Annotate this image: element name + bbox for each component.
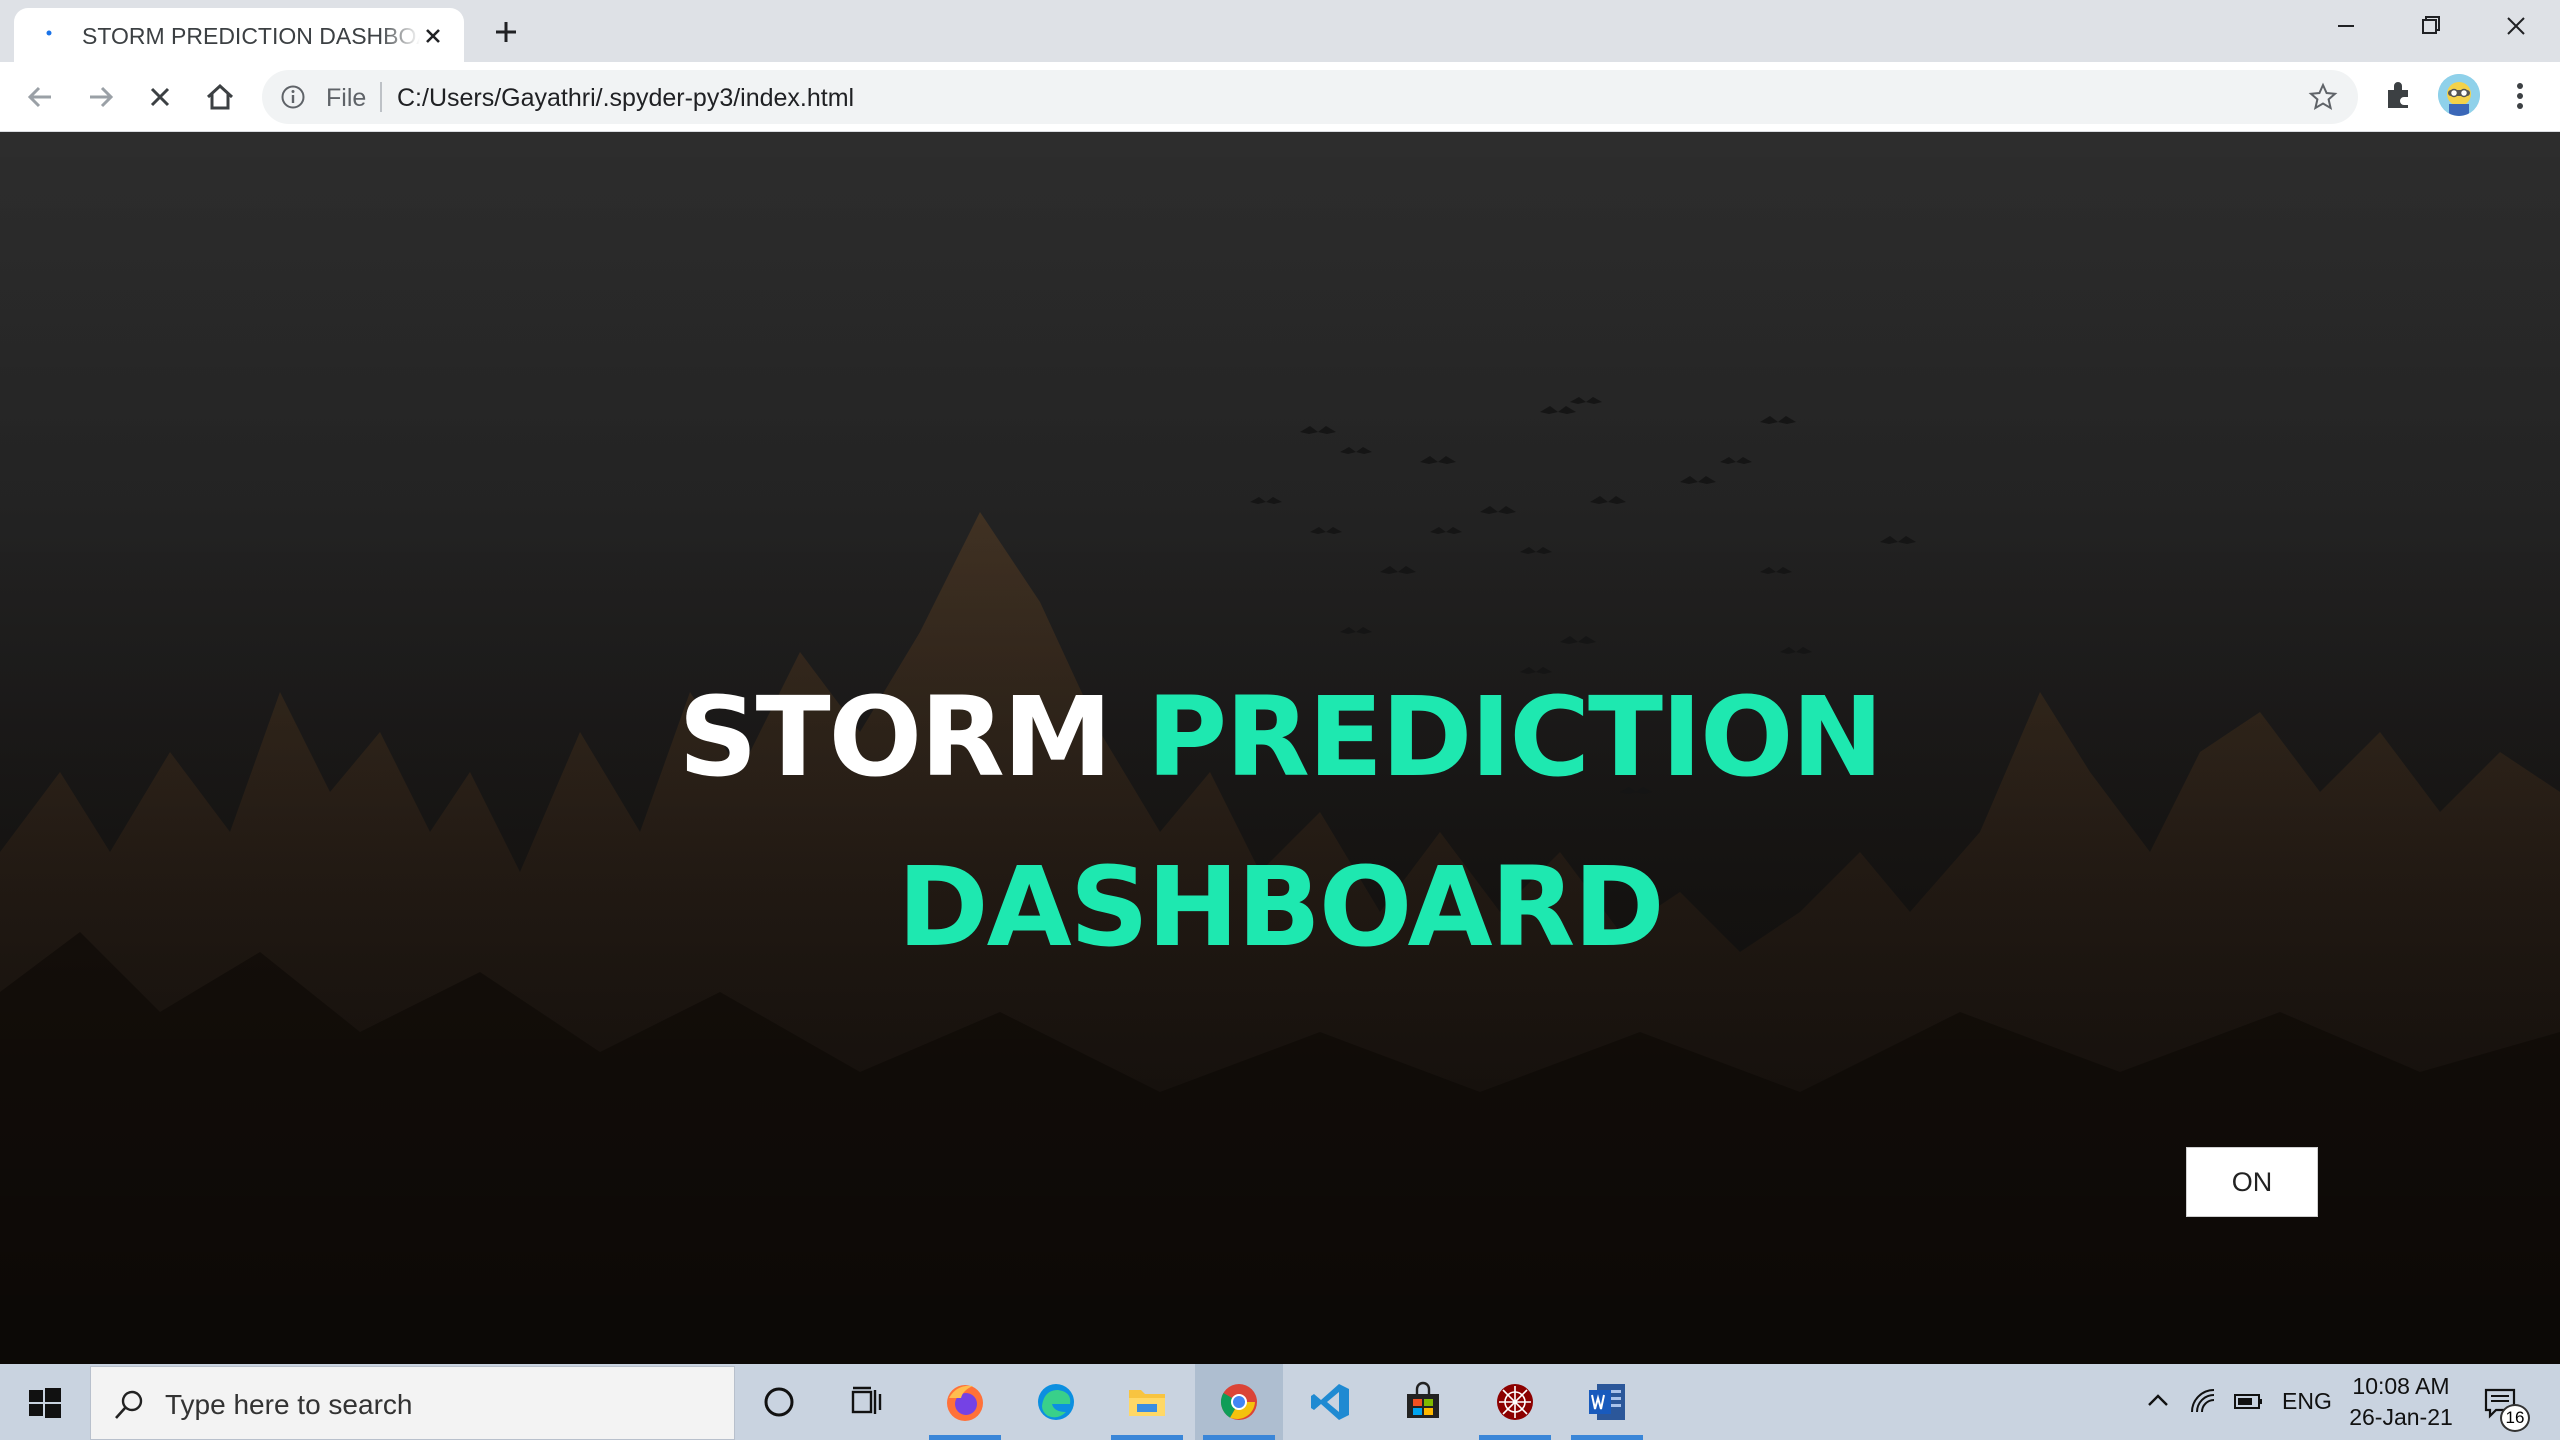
window-close-icon[interactable] bbox=[2486, 8, 2546, 44]
extensions-icon[interactable] bbox=[2380, 76, 2418, 114]
search-placeholder: Type here to search bbox=[165, 1389, 413, 1420]
on-button[interactable]: ON bbox=[2186, 1147, 2318, 1217]
forward-arrow-icon[interactable] bbox=[82, 78, 120, 116]
browser-tab[interactable]: STORM PREDICTION DASHBOARD bbox=[14, 8, 464, 62]
store-icon[interactable] bbox=[1379, 1364, 1467, 1440]
tab-strip: STORM PREDICTION DASHBOARD bbox=[0, 0, 2560, 62]
chrome-running-indicator bbox=[1203, 1435, 1275, 1440]
url-text[interactable]: C:/Users/Gayathri/.spyder-py3/index.html bbox=[397, 84, 854, 113]
avatar-icon bbox=[2438, 74, 2480, 116]
explorer-running-indicator bbox=[1111, 1435, 1183, 1440]
language-indicator[interactable]: ENG bbox=[2282, 1388, 2332, 1415]
profile-avatar[interactable] bbox=[2438, 74, 2480, 116]
file-scheme-label: File bbox=[326, 84, 367, 112]
battery-icon[interactable] bbox=[2232, 1386, 2264, 1416]
windows-start-icon[interactable] bbox=[0, 1364, 90, 1440]
wifi-icon[interactable] bbox=[2188, 1386, 2218, 1416]
clock-date[interactable]: 26-Jan-21 bbox=[2346, 1404, 2456, 1431]
omnibox-divider bbox=[380, 82, 382, 112]
title-word-storm: STORM bbox=[678, 673, 1112, 801]
taskbar-search-box[interactable]: Type here to search bbox=[90, 1366, 735, 1440]
home-icon[interactable] bbox=[201, 78, 239, 116]
page-viewport: STORM PREDICTION DASHBOARD ON bbox=[0, 132, 2560, 1364]
title-line-2: DASHBOARD bbox=[897, 843, 1664, 971]
task-view-icon[interactable] bbox=[823, 1364, 911, 1440]
info-icon[interactable] bbox=[280, 84, 306, 110]
word-icon[interactable] bbox=[1563, 1364, 1651, 1440]
back-arrow-icon[interactable] bbox=[21, 78, 59, 116]
close-tab-icon[interactable] bbox=[418, 21, 448, 51]
title-word-prediction: PREDICTION bbox=[1146, 673, 1884, 801]
minimize-icon[interactable] bbox=[2316, 8, 2376, 44]
title-line-1: STORM PREDICTION bbox=[0, 652, 2560, 822]
firefox-running-indicator bbox=[929, 1435, 1001, 1440]
bookmark-star-icon[interactable] bbox=[2308, 82, 2338, 112]
vscode-icon[interactable] bbox=[1287, 1364, 1375, 1440]
tab-title: STORM PREDICTION DASHBOARD bbox=[82, 23, 420, 49]
spyder-icon[interactable] bbox=[1471, 1364, 1559, 1440]
search-icon bbox=[115, 1390, 143, 1419]
dashboard-title: STORM PREDICTION DASHBOARD bbox=[0, 652, 2560, 992]
clock-time[interactable]: 10:08 AM bbox=[2346, 1373, 2456, 1400]
notification-count-badge: 16 bbox=[2500, 1404, 2530, 1432]
show-hidden-icons-chevron-icon[interactable] bbox=[2143, 1386, 2173, 1416]
stop-loading-icon[interactable] bbox=[141, 78, 179, 116]
new-tab-icon[interactable] bbox=[488, 14, 524, 50]
word-running-indicator bbox=[1571, 1435, 1643, 1440]
spyder-running-indicator bbox=[1479, 1435, 1551, 1440]
chrome-icon[interactable] bbox=[1195, 1364, 1283, 1440]
restore-icon[interactable] bbox=[2400, 8, 2460, 44]
windows-taskbar: Type here to search ENG 10:08 AM 26-Jan-… bbox=[0, 1364, 2560, 1440]
cortana-icon[interactable] bbox=[735, 1364, 823, 1440]
address-bar[interactable]: File C:/Users/Gayathri/.spyder-py3/index… bbox=[262, 70, 2358, 124]
browser-toolbar: File C:/Users/Gayathri/.spyder-py3/index… bbox=[0, 62, 2560, 132]
loading-favicon-icon bbox=[46, 30, 52, 36]
edge-icon[interactable] bbox=[1012, 1364, 1100, 1440]
kebab-menu-icon[interactable] bbox=[2505, 76, 2535, 116]
file-explorer-icon[interactable] bbox=[1103, 1364, 1191, 1440]
firefox-icon[interactable] bbox=[921, 1364, 1009, 1440]
